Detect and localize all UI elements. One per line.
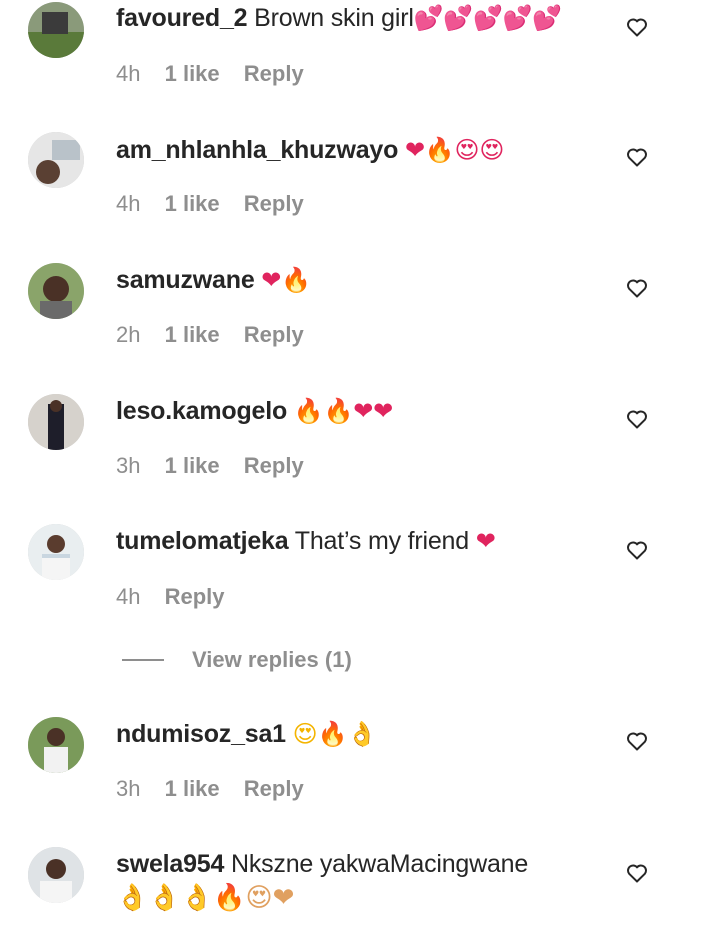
comment-emoji: ❤: [475, 527, 496, 555]
view-replies-label: View replies (1): [192, 647, 352, 672]
username[interactable]: favoured_2: [116, 4, 248, 32]
reply-button[interactable]: Reply: [244, 776, 304, 801]
comment-emoji: 👌👌👌🔥😍❤: [116, 883, 295, 913]
avatar[interactable]: [28, 2, 84, 58]
reply-button[interactable]: Reply: [165, 584, 225, 609]
heart-outline-icon[interactable]: [625, 861, 649, 885]
username[interactable]: tumelomatjeka: [116, 527, 289, 555]
comment-text-line: ndumisoz_sa1 😍🔥👌: [116, 718, 377, 750]
avatar[interactable]: [28, 132, 84, 188]
username[interactable]: ndumisoz_sa1: [116, 720, 286, 748]
divider: [122, 659, 164, 661]
comment-meta: 3h 1 like Reply: [116, 775, 322, 803]
reply-button[interactable]: Reply: [244, 191, 304, 216]
heart-outline-icon[interactable]: [625, 407, 649, 431]
timestamp: 3h: [116, 453, 141, 478]
comment-emoji: 💕💕💕💕💕: [413, 4, 563, 32]
comment-text: Nkszne yakwaMacingwane: [230, 850, 529, 878]
avatar[interactable]: [28, 394, 84, 450]
username[interactable]: am_nhlanhla_khuzwayo: [116, 136, 398, 164]
avatar[interactable]: [28, 717, 84, 773]
comment-meta: 4h 1 like Reply: [116, 60, 322, 88]
heart-outline-icon[interactable]: [625, 276, 649, 300]
comment-text-line: swela954 Nkszne yakwaMacingwane: [116, 848, 528, 880]
reply-button[interactable]: Reply: [244, 453, 304, 478]
timestamp: 3h: [116, 776, 141, 801]
comment-text-line: favoured_2 Brown skin girl💕💕💕💕💕: [116, 2, 562, 34]
comment-text: Brown skin girl: [254, 4, 414, 32]
username[interactable]: swela954: [116, 850, 224, 878]
comment-text-line: samuzwane ❤🔥: [116, 264, 311, 296]
heart-outline-icon[interactable]: [625, 729, 649, 753]
like-count[interactable]: 1 like: [165, 453, 220, 478]
avatar[interactable]: [28, 263, 84, 319]
view-replies-button[interactable]: View replies (1): [122, 645, 352, 675]
like-count[interactable]: 1 like: [165, 322, 220, 347]
comment-meta: 3h 1 like Reply: [116, 452, 322, 480]
comment-meta: 4h Reply: [116, 583, 243, 611]
reply-button[interactable]: Reply: [244, 61, 304, 86]
timestamp: 4h: [116, 584, 141, 609]
comment-text-line: am_nhlanhla_khuzwayo ❤🔥😍😍: [116, 134, 504, 166]
avatar[interactable]: [28, 847, 84, 903]
comment-text-line: tumelomatjeka That’s my friend ❤: [116, 525, 496, 557]
like-count[interactable]: 1 like: [165, 776, 220, 801]
heart-outline-icon[interactable]: [625, 145, 649, 169]
comment-emoji: 😍🔥👌: [292, 720, 377, 748]
like-count[interactable]: 1 like: [165, 61, 220, 86]
comment-meta: 2h 1 like Reply: [116, 321, 322, 349]
heart-outline-icon[interactable]: [625, 538, 649, 562]
comment-text-line: leso.kamogelo 🔥🔥❤❤: [116, 395, 393, 427]
timestamp: 4h: [116, 61, 141, 86]
username[interactable]: leso.kamogelo: [116, 397, 287, 425]
comment-emoji: 🔥🔥❤❤: [293, 397, 394, 425]
username[interactable]: samuzwane: [116, 266, 255, 294]
comment-text: That’s my friend: [294, 527, 469, 555]
comment-meta: 4h 1 like Reply: [116, 190, 322, 218]
heart-outline-icon[interactable]: [625, 15, 649, 39]
timestamp: 2h: [116, 322, 141, 347]
comment-emoji: ❤🔥😍😍: [404, 136, 505, 164]
like-count[interactable]: 1 like: [165, 191, 220, 216]
reply-button[interactable]: Reply: [244, 322, 304, 347]
comment-emoji: ❤🔥: [261, 266, 311, 294]
avatar[interactable]: [28, 524, 84, 580]
timestamp: 4h: [116, 191, 141, 216]
